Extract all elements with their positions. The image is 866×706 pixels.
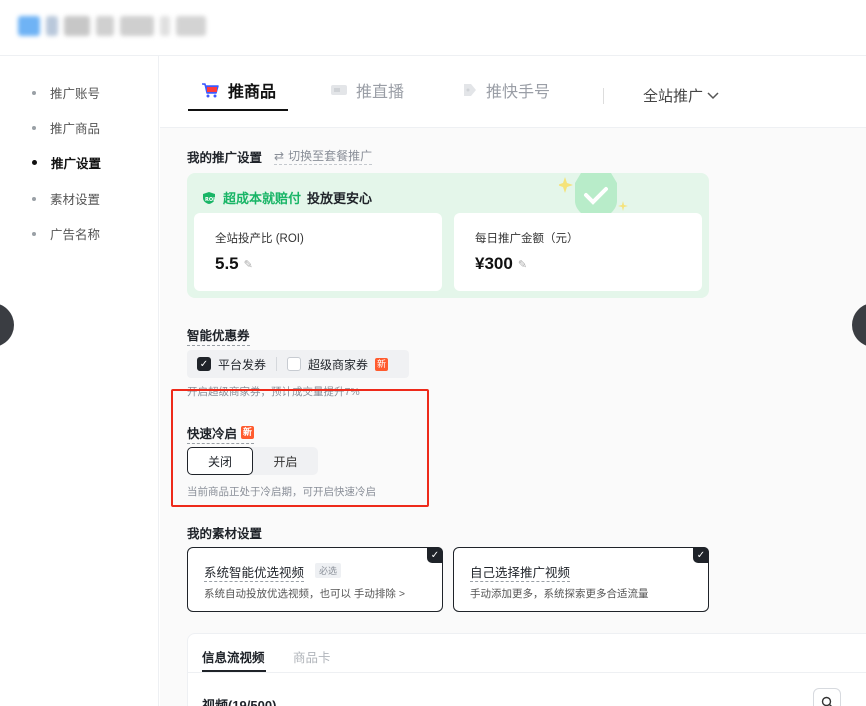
roi-value: 5.5 <box>215 254 239 273</box>
promo-text: 投放更安心 <box>307 191 373 206</box>
video-count: 视频(19/500) <box>202 698 277 706</box>
sidebar-item-material[interactable]: 素材设置 <box>32 189 100 208</box>
fast-cold-start-toggle: 关闭 开启 <box>187 447 318 475</box>
card-title: 系统智能优选视频 <box>204 562 305 582</box>
switch-link-label: 切换至套餐推广 <box>288 149 373 163</box>
tab-label: 推商品 <box>228 84 277 101</box>
tag-icon <box>464 84 476 96</box>
sidebar: 推广账号 推广商品 推广设置 素材设置 广告名称 <box>0 56 159 706</box>
card-title: 自己选择推广视频 <box>470 562 571 582</box>
cart-icon <box>202 83 219 98</box>
top-bar <box>0 0 866 56</box>
video-panel: 信息流视频 商品卡 视频(19/500) <box>187 633 866 706</box>
sidebar-item-account[interactable]: 推广账号 <box>32 83 100 102</box>
checkbox-checked-icon: ✓ <box>197 357 211 371</box>
option-label: 平台发券 <box>218 357 267 372</box>
budget-label: 每日推广金额（元） <box>475 233 579 245</box>
full-site-promotion-dropdown[interactable]: 全站推广 <box>643 85 719 106</box>
promo-badge: ROI 超成本就赔付 投放更安心 <box>201 188 372 207</box>
budget-value: ¥300 <box>475 254 513 273</box>
tab-kuaishou-account[interactable]: 推快手号 <box>462 78 550 102</box>
chevron-down-icon <box>707 91 719 99</box>
roi-label: 全站投产比 (ROI) <box>215 233 304 245</box>
compensation-promo-panel: ROI 超成本就赔付 投放更安心 全站投产比 (ROI) 5.5 ✎ 每日推广金… <box>187 173 709 298</box>
required-tag: 必选 <box>315 563 342 578</box>
main-content: 推商品 推直播 推快手号 全站推广 我的推广设置 ⇄ 切换至套餐推广 ROI 超… <box>160 56 866 706</box>
tab-label: 推快手号 <box>486 84 551 101</box>
svg-text:ROI: ROI <box>205 197 215 203</box>
tab-label: 推直播 <box>356 84 405 101</box>
platform-coupon-checkbox[interactable]: ✓ 平台发券 <box>187 356 276 373</box>
search-icon <box>821 696 832 706</box>
bullet-icon <box>32 160 37 165</box>
tab-feed-video[interactable]: 信息流视频 <box>202 647 265 666</box>
card-desc: 系统自动投放优选视频，也可以 手动排除 > <box>204 588 405 600</box>
promotion-tabs: 推商品 推直播 推快手号 全站推广 <box>160 56 866 128</box>
bullet-icon <box>32 125 36 130</box>
roi-card: 全站投产比 (ROI) 5.5 ✎ <box>194 213 442 291</box>
bullet-icon <box>32 231 36 236</box>
tab-live[interactable]: 推直播 <box>330 78 404 102</box>
sidebar-item-label: 推广商品 <box>50 122 101 136</box>
super-merchant-coupon-checkbox[interactable]: 超级商家券 新 <box>277 356 398 373</box>
coupon-options: ✓ 平台发券 超级商家券 新 <box>187 350 409 378</box>
dropdown-label: 全站推广 <box>643 88 704 105</box>
switch-to-package-link[interactable]: ⇄ 切换至套餐推广 <box>274 147 373 165</box>
tab-product[interactable]: 推商品 <box>200 78 276 102</box>
checkbox-unchecked-icon <box>287 357 302 371</box>
new-badge: 新 <box>375 357 389 371</box>
card-desc: 手动添加更多，系统探索更多合适流量 <box>470 588 649 600</box>
title-text: 快速冷启 <box>187 427 238 441</box>
search-button[interactable] <box>813 688 841 706</box>
toggle-off-button[interactable]: 关闭 <box>187 447 253 475</box>
sidebar-item-label: 推广账号 <box>50 87 101 101</box>
swap-icon: ⇄ <box>274 148 285 163</box>
fast-cold-start-title: 快速冷启 新 <box>187 423 255 444</box>
sidebar-item-product[interactable]: 推广商品 <box>32 118 100 137</box>
promo-settings-title: 我的推广设置 <box>187 151 263 165</box>
blurred-logo <box>18 16 206 36</box>
sidebar-item-label: 素材设置 <box>50 193 101 207</box>
smart-video-option[interactable]: 系统智能优选视频 必选 系统自动投放优选视频，也可以 手动排除 > ✓ <box>187 547 443 612</box>
edit-icon[interactable]: ✎ <box>518 258 527 271</box>
checked-corner-icon: ✓ <box>693 547 709 563</box>
tab-divider <box>603 88 604 104</box>
live-icon <box>331 85 347 95</box>
bullet-icon <box>32 90 36 95</box>
edit-icon[interactable]: ✎ <box>244 258 253 271</box>
budget-card: 每日推广金额（元） ¥300 ✎ <box>454 213 702 291</box>
divider <box>188 672 866 673</box>
new-badge: 新 <box>241 426 255 439</box>
active-tab-indicator <box>188 109 288 111</box>
sidebar-item-label: 广告名称 <box>50 228 101 242</box>
smart-coupon-title: 智能优惠券 <box>187 325 250 346</box>
cold-start-hint: 当前商品正处于冷启期，可开启快速冷启 <box>187 486 376 498</box>
manual-video-option[interactable]: 自己选择推广视频 手动添加更多，系统探索更多合适流量 ✓ <box>453 547 709 612</box>
sidebar-item-ad-name[interactable]: 广告名称 <box>32 224 100 243</box>
sidebar-item-settings[interactable]: 推广设置 <box>32 153 101 172</box>
budget-value-field[interactable]: ¥300 ✎ <box>475 254 527 274</box>
checked-corner-icon: ✓ <box>427 547 443 563</box>
roi-value-field[interactable]: 5.5 ✎ <box>215 254 253 274</box>
sidebar-item-label: 推广设置 <box>51 157 102 171</box>
bullet-icon <box>32 196 36 201</box>
option-label: 超级商家券 <box>308 357 369 372</box>
toggle-on-button[interactable]: 开启 <box>253 447 318 475</box>
roi-shield-icon: ROI <box>203 191 215 204</box>
materials-title: 我的素材设置 <box>187 527 263 541</box>
tab-product-card[interactable]: 商品卡 <box>293 647 331 666</box>
promo-highlight: 超成本就赔付 <box>223 191 302 206</box>
